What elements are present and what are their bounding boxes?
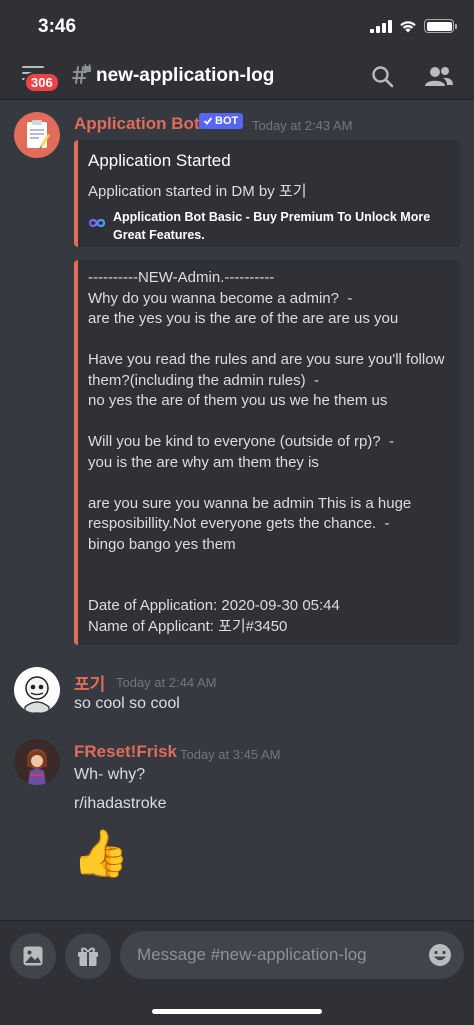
bot-tag-label: BOT: [215, 115, 239, 127]
user-avatar[interactable]: [14, 667, 60, 713]
embed-description: Application started in DM by 포기: [88, 183, 307, 200]
search-icon[interactable]: [370, 64, 396, 90]
thumbs-up-emoji[interactable]: 👍: [72, 825, 129, 881]
message-list[interactable]: Application Bot BOT Today at 2:43 AM App…: [0, 100, 474, 920]
attach-image-button[interactable]: [10, 933, 56, 979]
embed-footer: Application Bot Basic - Buy Premium To U…: [113, 210, 431, 242]
message-timestamp: Today at 2:44 AM: [116, 675, 217, 690]
author-name[interactable]: FReset!Frisk: [74, 742, 177, 762]
channel-title: new-application-log: [96, 65, 275, 86]
author-name[interactable]: 포기: [74, 670, 105, 695]
emoji-icon[interactable]: [428, 943, 452, 967]
battery-icon: [424, 19, 457, 33]
embed-application-started: Application Started Application started …: [74, 140, 460, 247]
mention-badge: 306: [24, 72, 60, 93]
bot-avatar[interactable]: [14, 112, 60, 158]
status-time: 3:46: [38, 16, 77, 37]
message-timestamp: Today at 3:45 AM: [180, 747, 281, 762]
home-indicator: [152, 1009, 322, 1014]
infinity-logo-icon: [88, 218, 106, 228]
gift-button[interactable]: [65, 933, 111, 979]
embed-body: ----------NEW-Admin.---------- Why do yo…: [88, 269, 445, 635]
embed-title: Application Started: [88, 151, 231, 170]
bot-tag: BOT: [199, 113, 244, 129]
message-text: r/ihadastroke: [74, 795, 167, 812]
status-icons: [370, 19, 457, 33]
menu-button[interactable]: 306: [20, 62, 60, 93]
image-icon: [23, 946, 43, 966]
author-name[interactable]: Application Bot: [74, 114, 200, 134]
sans-avatar-icon: [24, 676, 50, 713]
clipboard-icon: [27, 120, 50, 149]
members-icon[interactable]: [424, 64, 454, 90]
message-text: Wh- why?: [74, 766, 146, 783]
frisk-avatar-icon: [14, 739, 60, 785]
message-timestamp: Today at 2:43 AM: [252, 118, 353, 133]
user-avatar[interactable]: [14, 739, 60, 785]
channel-header: 306 new-application-log: [0, 54, 474, 100]
gift-icon: [78, 947, 98, 966]
composer-bar: [0, 920, 474, 1025]
cellular-signal-icon: [370, 19, 392, 33]
status-bar: 3:46: [0, 0, 474, 54]
message-input[interactable]: [120, 931, 464, 979]
message-text: so cool so cool: [74, 695, 180, 712]
embed-application-answers: ----------NEW-Admin.---------- Why do yo…: [74, 260, 460, 645]
locked-channel-icon: [72, 64, 91, 84]
checkmark-icon: [203, 117, 213, 125]
wifi-icon: [400, 20, 416, 32]
